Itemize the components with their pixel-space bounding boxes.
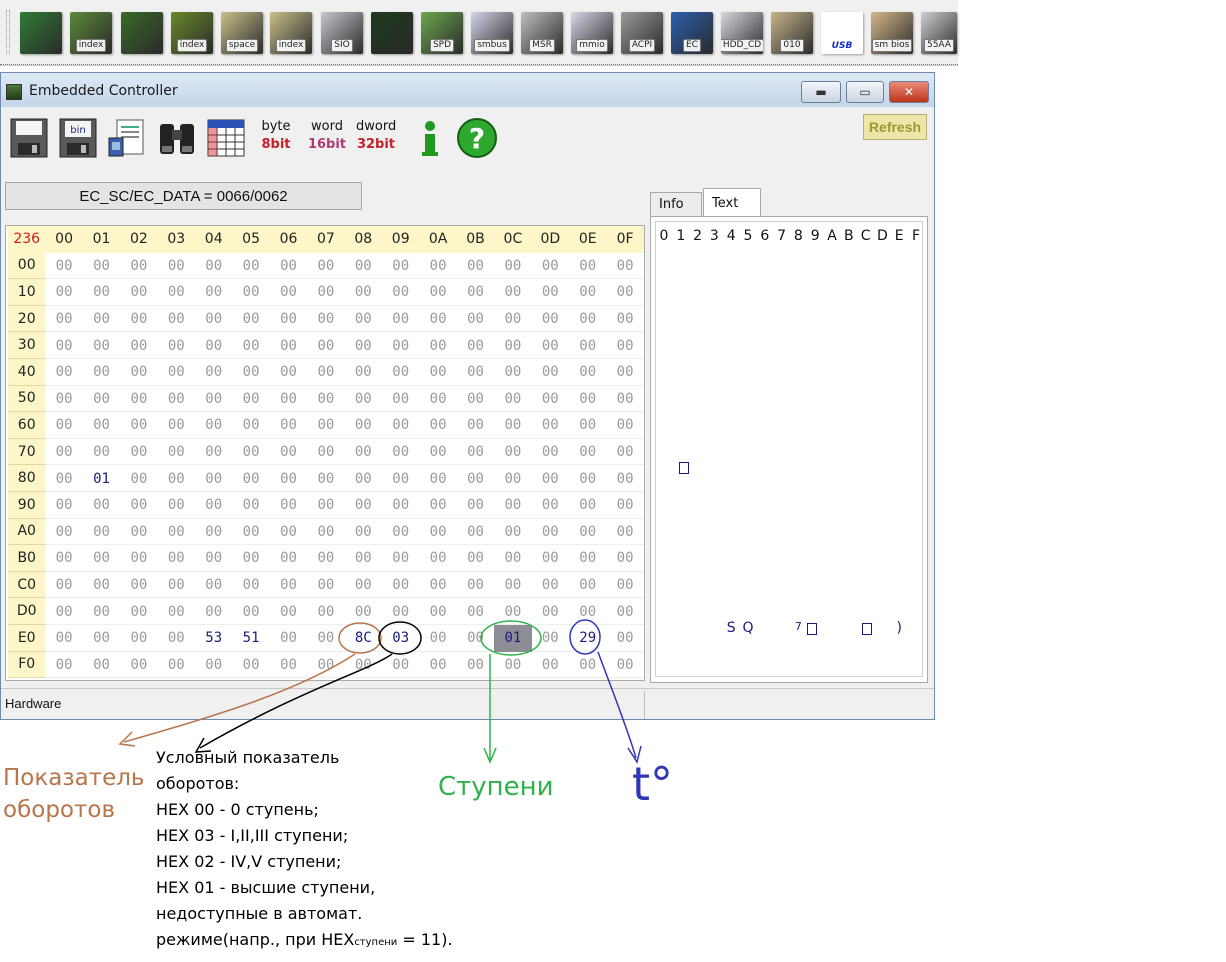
note-line-text: режиме(напр., при HEX <box>156 930 355 949</box>
note-line: режиме(напр., при HEXступени = 11). <box>156 927 453 956</box>
stages-label: Ступени <box>438 772 554 802</box>
note-line: HEX 02 - IV,V ступени; <box>156 852 342 871</box>
note-line: HEX 00 - 0 ступень; <box>156 800 319 819</box>
temperature-circle <box>569 619 601 655</box>
note-line: оборотов: <box>156 774 240 793</box>
stages-circle <box>480 620 542 656</box>
note-line: Условный показатель <box>156 748 340 767</box>
temperature-label: t° <box>632 757 674 811</box>
note-line: HEX 01 - высшие ступени, <box>156 878 376 897</box>
speed-indicator-arrow-line <box>199 653 393 749</box>
temperature-arrow-line <box>597 651 637 759</box>
rpm-circle <box>338 622 382 654</box>
note-line-end: = 11). <box>397 930 453 949</box>
note-line: недоступные в автомат. <box>156 904 363 923</box>
speed-indicator-circle <box>378 621 422 655</box>
rpm-label-line1: Показатель <box>3 765 145 791</box>
rpm-arrow-line <box>123 653 356 743</box>
speed-indicator-note: Условный показатель оборотов: HEX 00 - 0… <box>156 745 453 956</box>
rpm-label-line2: оборотов <box>3 797 116 823</box>
note-subscript: ступени <box>354 937 398 948</box>
rpm-label: Показатель оборотов <box>3 762 144 826</box>
note-line: HEX 03 - I,II,III ступени; <box>156 826 349 845</box>
